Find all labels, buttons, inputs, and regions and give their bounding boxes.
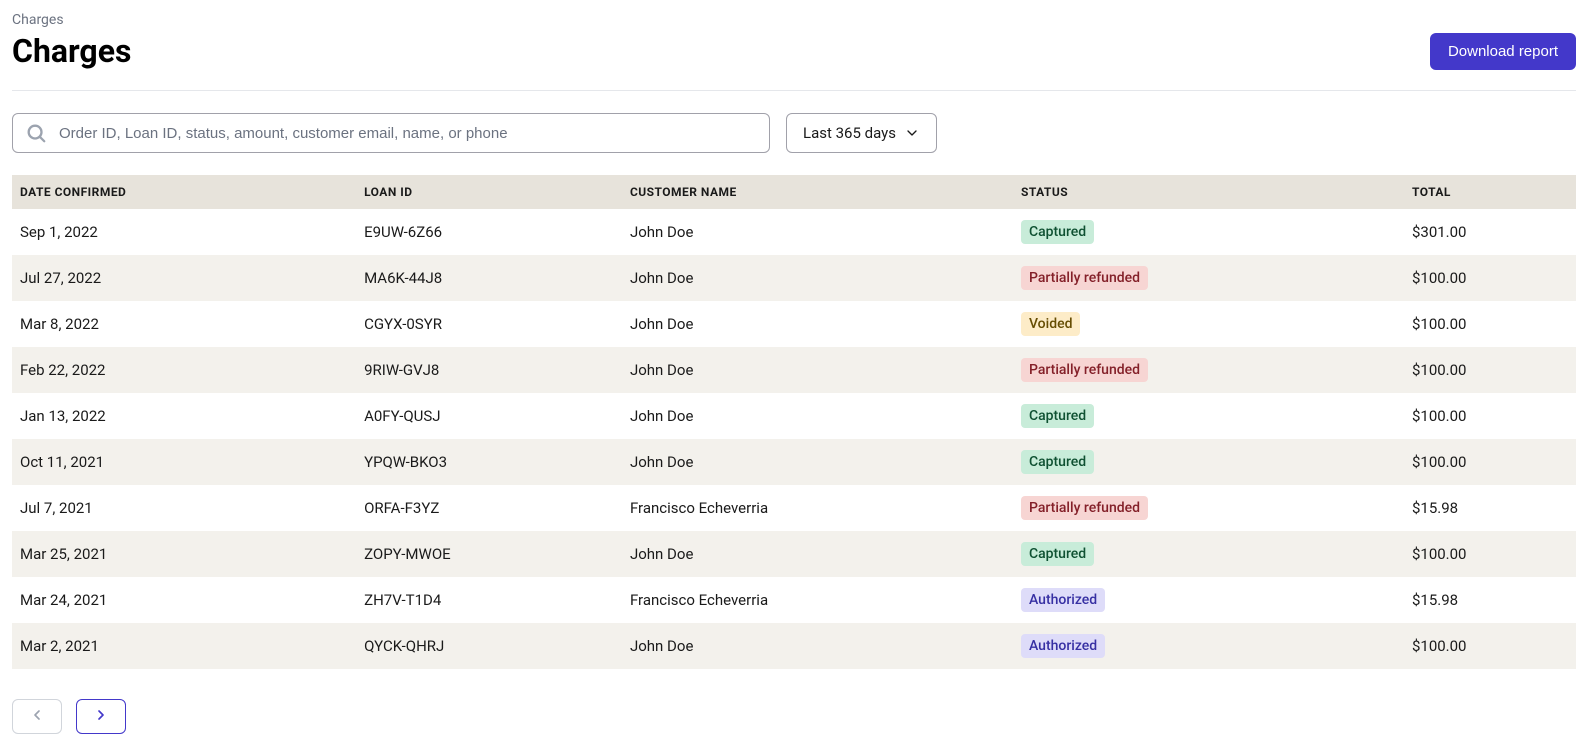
table-row[interactable]: Feb 22, 20229RIW-GVJ8John Doe Partially r…: [12, 347, 1576, 393]
cell-loan-id: A0FY-QUSJ: [356, 393, 622, 439]
table-row[interactable]: Mar 25, 2021ZOPY-MWOEJohn Doe Captured $10…: [12, 531, 1576, 577]
search-input[interactable]: [59, 125, 757, 142]
cell-status: Partially refunded: [1013, 347, 1404, 393]
cell-total: $100.00: [1404, 531, 1576, 577]
download-report-button[interactable]: Download report: [1430, 33, 1576, 70]
table-row[interactable]: Mar 24, 2021ZH7V-T1D4Francisco Echeverri…: [12, 577, 1576, 623]
search-box[interactable]: [12, 113, 770, 153]
cell-customer: John Doe: [622, 301, 1013, 347]
status-badge: Voided: [1021, 312, 1081, 336]
cell-customer: John Doe: [622, 393, 1013, 439]
cell-loan-id: E9UW-6Z66: [356, 209, 622, 255]
cell-loan-id: ZOPY-MWOE: [356, 531, 622, 577]
cell-customer: Francisco Echeverria: [622, 577, 1013, 623]
cell-date: Oct 11, 2021: [12, 439, 356, 485]
cell-date: Mar 25, 2021: [12, 531, 356, 577]
search-icon: [25, 122, 47, 144]
table-row[interactable]: Oct 11, 2021YPQW-BKO3John Doe Captured $10…: [12, 439, 1576, 485]
status-badge: Captured: [1021, 404, 1094, 428]
table-row[interactable]: Jul 27, 2022MA6K-44J8John Doe Partially r…: [12, 255, 1576, 301]
table-row[interactable]: Jul 7, 2021ORFA-F3YZFrancisco Echeverria…: [12, 485, 1576, 531]
page-title: Charges: [12, 32, 131, 70]
cell-status: Authorized: [1013, 623, 1404, 669]
cell-status: Captured: [1013, 439, 1404, 485]
cell-total: $100.00: [1404, 347, 1576, 393]
table-header-row: DATE CONFIRMED LOAN ID CUSTOMER NAME STA…: [12, 175, 1576, 209]
status-badge: Partially refunded: [1021, 496, 1148, 520]
status-badge: Authorized: [1021, 634, 1105, 658]
cell-date: Jul 7, 2021: [12, 485, 356, 531]
cell-date: Mar 8, 2022: [12, 301, 356, 347]
table-row[interactable]: Mar 2, 2021QYCK-QHRJJohn Doe Authorized $1…: [12, 623, 1576, 669]
cell-customer: John Doe: [622, 209, 1013, 255]
status-badge: Authorized: [1021, 588, 1105, 612]
cell-loan-id: 9RIW-GVJ8: [356, 347, 622, 393]
header-loan-id[interactable]: LOAN ID: [356, 175, 622, 209]
cell-total: $15.98: [1404, 485, 1576, 531]
status-badge: Captured: [1021, 542, 1094, 566]
chevron-right-icon: [93, 707, 109, 727]
controls-row: Last 365 days: [12, 113, 1576, 153]
cell-status: Partially refunded: [1013, 485, 1404, 531]
chevron-down-icon: [904, 125, 920, 141]
cell-total: $100.00: [1404, 623, 1576, 669]
status-badge: Partially refunded: [1021, 266, 1148, 290]
cell-date: Jan 13, 2022: [12, 393, 356, 439]
cell-total: $100.00: [1404, 393, 1576, 439]
divider: [12, 90, 1576, 91]
cell-status: Captured: [1013, 209, 1404, 255]
cell-status: Captured: [1013, 393, 1404, 439]
header-customer-name[interactable]: CUSTOMER NAME: [622, 175, 1013, 209]
cell-date: Mar 24, 2021: [12, 577, 356, 623]
status-badge: Captured: [1021, 450, 1094, 474]
cell-loan-id: MA6K-44J8: [356, 255, 622, 301]
charges-table: DATE CONFIRMED LOAN ID CUSTOMER NAME STA…: [12, 175, 1576, 669]
table-row[interactable]: Sep 1, 2022E9UW-6Z66John Doe Captured $301…: [12, 209, 1576, 255]
cell-status: Voided: [1013, 301, 1404, 347]
cell-loan-id: CGYX-0SYR: [356, 301, 622, 347]
breadcrumb[interactable]: Charges: [12, 12, 1576, 28]
cell-customer: John Doe: [622, 439, 1013, 485]
cell-loan-id: QYCK-QHRJ: [356, 623, 622, 669]
cell-date: Mar 2, 2021: [12, 623, 356, 669]
table-row[interactable]: Mar 8, 2022CGYX-0SYRJohn Doe Voided $100.0…: [12, 301, 1576, 347]
date-filter-dropdown[interactable]: Last 365 days: [786, 113, 937, 153]
cell-customer: John Doe: [622, 347, 1013, 393]
header-status[interactable]: STATUS: [1013, 175, 1404, 209]
pagination: [12, 699, 1576, 734]
cell-total: $100.00: [1404, 439, 1576, 485]
cell-status: Captured: [1013, 531, 1404, 577]
header-row: Charges Download report: [12, 32, 1576, 70]
cell-date: Jul 27, 2022: [12, 255, 356, 301]
cell-date: Feb 22, 2022: [12, 347, 356, 393]
prev-page-button[interactable]: [12, 699, 62, 734]
header-date-confirmed[interactable]: DATE CONFIRMED: [12, 175, 356, 209]
cell-customer: John Doe: [622, 531, 1013, 577]
cell-total: $100.00: [1404, 255, 1576, 301]
cell-status: Partially refunded: [1013, 255, 1404, 301]
cell-status: Authorized: [1013, 577, 1404, 623]
status-badge: Captured: [1021, 220, 1094, 244]
status-badge: Partially refunded: [1021, 358, 1148, 382]
cell-total: $301.00: [1404, 209, 1576, 255]
header-total[interactable]: TOTAL: [1404, 175, 1576, 209]
cell-loan-id: ORFA-F3YZ: [356, 485, 622, 531]
cell-loan-id: ZH7V-T1D4: [356, 577, 622, 623]
cell-customer: John Doe: [622, 255, 1013, 301]
chevron-left-icon: [29, 707, 45, 727]
date-filter-label: Last 365 days: [803, 124, 896, 142]
cell-total: $15.98: [1404, 577, 1576, 623]
cell-customer: Francisco Echeverria: [622, 485, 1013, 531]
next-page-button[interactable]: [76, 699, 126, 734]
cell-customer: John Doe: [622, 623, 1013, 669]
cell-loan-id: YPQW-BKO3: [356, 439, 622, 485]
cell-date: Sep 1, 2022: [12, 209, 356, 255]
table-row[interactable]: Jan 13, 2022A0FY-QUSJJohn Doe Captured $10…: [12, 393, 1576, 439]
cell-total: $100.00: [1404, 301, 1576, 347]
